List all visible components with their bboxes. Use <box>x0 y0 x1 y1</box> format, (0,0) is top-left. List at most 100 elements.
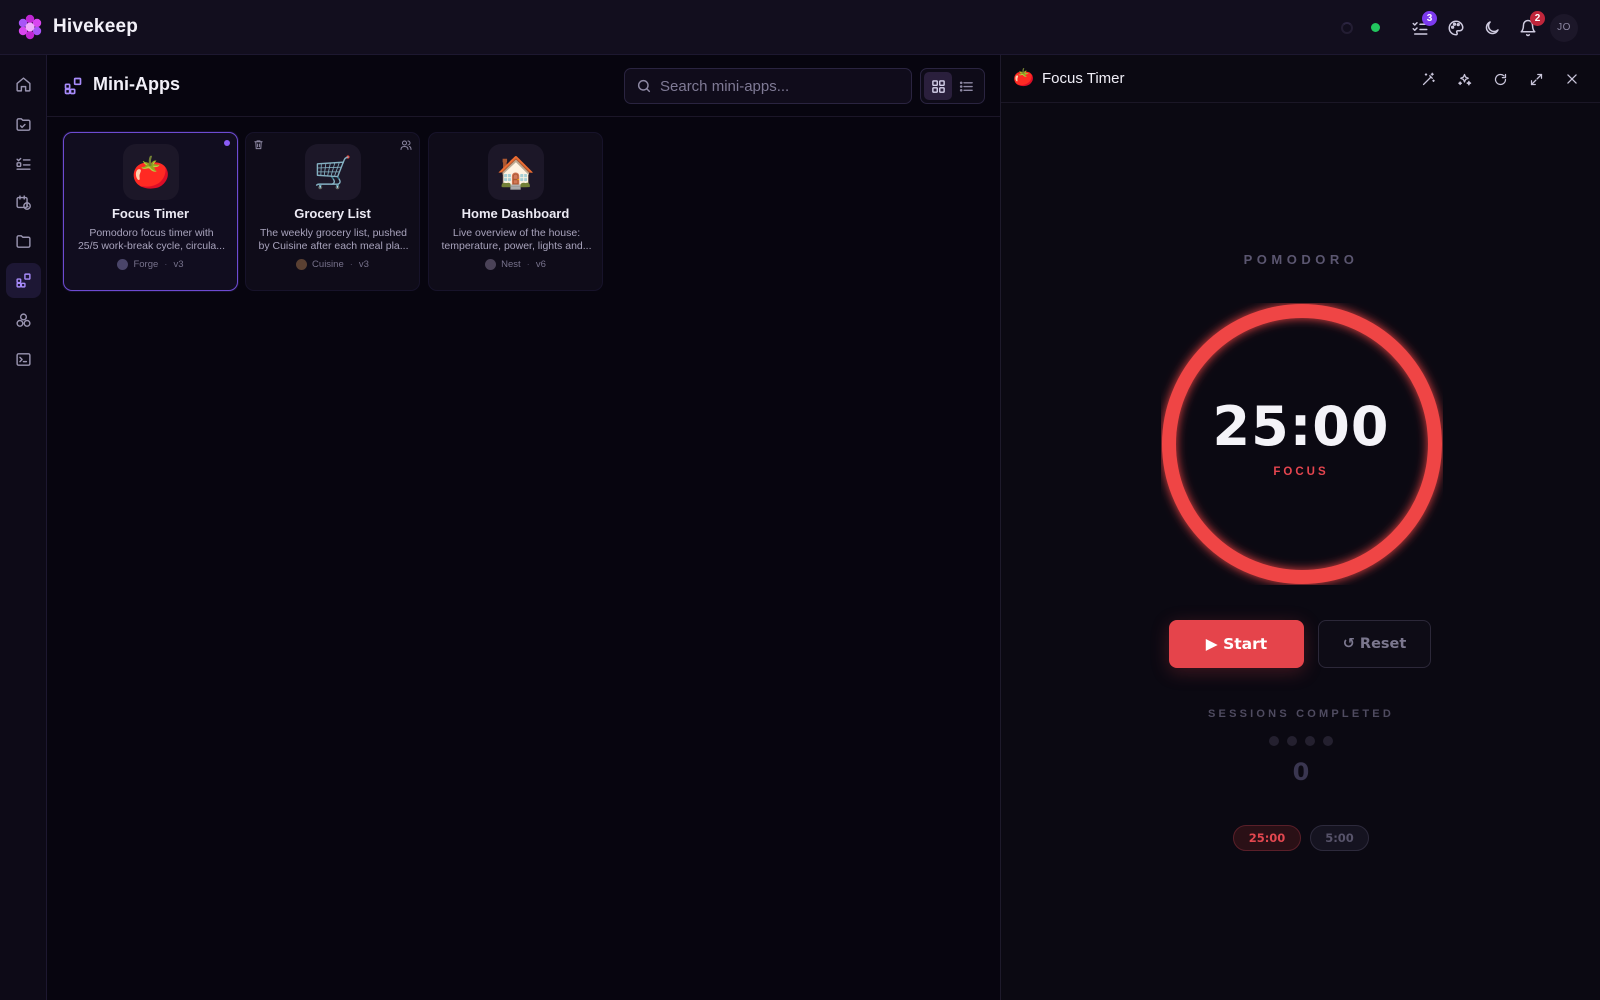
schedule-icon <box>16 195 31 210</box>
nav-tasks[interactable] <box>6 146 41 181</box>
card-author: Cuisine <box>312 259 344 270</box>
user-avatar[interactable]: JO <box>1550 13 1578 42</box>
pomodoro-label: POMODORO <box>1243 252 1359 267</box>
nav-files[interactable] <box>6 224 41 259</box>
author-avatar <box>485 259 497 270</box>
close-icon <box>1567 74 1577 84</box>
mini-app-card[interactable]: 🍅 Focus Timer Pomodoro focus timer with … <box>63 132 238 291</box>
tasks-button[interactable]: 3 <box>1402 10 1438 46</box>
grid-icon <box>931 79 945 93</box>
tasks-icon <box>16 157 31 170</box>
start-button[interactable]: ▶ Start <box>1169 620 1304 668</box>
card-meta: Cuisine · v3 <box>246 259 419 270</box>
app-name: Hivekeep <box>53 16 139 37</box>
session-dot <box>1287 736 1297 746</box>
focus-duration-preset[interactable]: 25:00 <box>1233 825 1301 851</box>
mini-app-card[interactable]: 🏠 Home Dashboard Live overview of the ho… <box>428 132 603 291</box>
card-title: Home Dashboard <box>461 206 570 221</box>
break-duration-preset[interactable]: 5:00 <box>1310 825 1369 851</box>
refresh-icon <box>1494 73 1506 85</box>
nav-schedule[interactable] <box>6 185 41 220</box>
session-dot <box>1305 736 1315 746</box>
tasks-badge: 3 <box>1422 10 1437 26</box>
timer-mode-label: FOCUS <box>1273 466 1329 478</box>
mini-apps-view: Mini-Apps 🍅 Focus Timer Pomodoro focus t… <box>47 55 1000 1000</box>
card-description: Live overview of the house: temperature,… <box>441 227 592 253</box>
card-version: v6 <box>535 259 546 270</box>
house-icon: 🏠 <box>488 144 544 200</box>
page-title: Mini-Apps <box>93 74 180 94</box>
view-toggle <box>920 68 985 104</box>
moon-icon <box>1485 20 1499 34</box>
list-icon <box>959 80 973 92</box>
terminal-icon <box>16 353 31 366</box>
panel-header: 🍅 Focus Timer <box>1001 55 1600 103</box>
card-description-line: temperature, power, lights and... <box>441 240 592 252</box>
ai-assist-button[interactable] <box>1446 62 1482 96</box>
card-description-line: Pomodoro focus timer with <box>89 227 214 239</box>
reload-button[interactable] <box>1482 62 1518 96</box>
card-author: Nest <box>501 259 521 270</box>
author-avatar <box>117 259 129 270</box>
expand-icon <box>1530 73 1542 85</box>
sessions-completed-label: SESSIONS COMPLETED <box>1208 708 1394 720</box>
edit-app-button[interactable] <box>1410 62 1446 96</box>
dark-mode-toggle[interactable] <box>1474 10 1510 46</box>
author-avatar <box>296 259 308 270</box>
card-meta: Forge · v3 <box>64 259 237 270</box>
card-version: v3 <box>173 259 184 270</box>
card-description: Pomodoro focus timer with 25/5 work-brea… <box>76 227 227 253</box>
expand-button[interactable] <box>1518 62 1554 96</box>
mini-apps-icon <box>16 273 31 288</box>
shopping-cart-icon: 🛒 <box>305 144 361 200</box>
home-icon <box>16 77 31 92</box>
nav-integrations[interactable] <box>6 303 41 338</box>
mini-apps-header: Mini-Apps <box>47 55 1000 117</box>
card-title: Grocery List <box>294 206 371 221</box>
session-dot <box>1323 736 1333 746</box>
notifications-badge: 2 <box>1530 10 1545 26</box>
card-description-line: by Cuisine after each meal pla... <box>258 240 409 252</box>
nav-calendar-folder[interactable] <box>6 107 41 142</box>
card-description-line: 25/5 work-break cycle, circula... <box>77 240 226 252</box>
timer-display: 25:00 <box>1212 395 1390 458</box>
card-meta: Nest · v6 <box>429 259 602 270</box>
calendar-folder-icon <box>16 118 31 131</box>
search-box <box>624 68 912 104</box>
hive-logo-icon <box>18 14 42 40</box>
top-bar: Hivekeep 3 2 JO <box>0 0 1600 55</box>
close-panel-button[interactable] <box>1554 62 1590 96</box>
focus-timer-panel: 🍅 Focus Timer POMODORO 25:00 FOCUS ▶ Sta… <box>1000 55 1600 1000</box>
panel-title: Focus Timer <box>1042 70 1125 87</box>
search-input[interactable] <box>660 77 890 95</box>
connection-status-dot <box>1371 23 1380 32</box>
notifications-button[interactable]: 2 <box>1510 10 1546 46</box>
card-version: v3 <box>358 259 369 270</box>
search-icon <box>637 79 651 93</box>
sessions-count: 0 <box>1292 758 1310 786</box>
session-indicator <box>1001 736 1600 746</box>
reset-button[interactable]: ↺ Reset <box>1318 620 1431 668</box>
list-view-button[interactable] <box>952 72 980 100</box>
left-nav-rail <box>0 55 47 1000</box>
nav-mini-apps[interactable] <box>6 263 41 298</box>
sparkles-icon <box>1457 73 1471 85</box>
active-indicator-dot <box>224 140 230 146</box>
shared-users-icon <box>400 140 412 150</box>
trash-icon[interactable] <box>253 139 264 150</box>
tomato-icon: 🍅 <box>1013 68 1035 87</box>
card-author: Forge <box>133 259 159 270</box>
mini-app-card[interactable]: 🛒 Grocery List The weekly grocery list, … <box>245 132 420 291</box>
card-description-line: The weekly grocery list, pushed <box>259 227 408 239</box>
grid-view-button[interactable] <box>924 72 952 100</box>
card-title: Focus Timer <box>111 206 190 221</box>
tomato-icon: 🍅 <box>123 144 179 200</box>
brand[interactable]: Hivekeep <box>17 14 138 40</box>
integrations-icon <box>16 313 31 327</box>
nav-home[interactable] <box>6 67 41 102</box>
card-description: The weekly grocery list, pushed by Cuisi… <box>258 227 409 253</box>
theme-palette-button[interactable] <box>1438 10 1474 46</box>
nav-terminal[interactable] <box>6 342 41 377</box>
mini-apps-icon <box>64 77 82 95</box>
sync-spinner-icon <box>1341 21 1353 34</box>
